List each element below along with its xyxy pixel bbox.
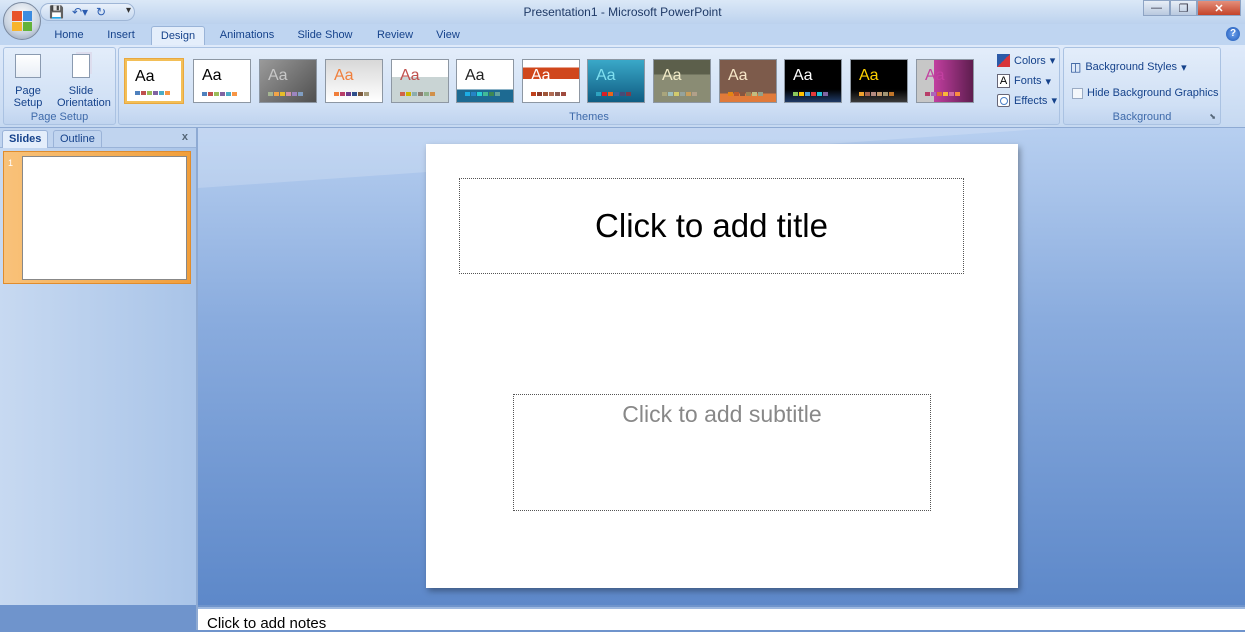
theme-thumbnail[interactable]: Aa — [587, 59, 645, 103]
close-button[interactable]: ✕ — [1197, 0, 1241, 16]
theme-sample-text: Aa — [662, 67, 682, 84]
slide-editing-area: Click to add title Click to add subtitle — [198, 128, 1245, 605]
theme-sample-text: Aa — [268, 67, 288, 84]
notes-pane[interactable]: Click to add notes — [198, 607, 1245, 632]
theme-sample-text: Aa — [531, 67, 551, 84]
theme-color-swatches — [728, 92, 763, 96]
notes-placeholder: Click to add notes — [207, 615, 327, 632]
help-icon[interactable]: ? — [1226, 27, 1240, 41]
theme-thumbnail[interactable]: Aa — [193, 59, 251, 103]
page-setup-button[interactable]: Page Setup — [8, 54, 48, 109]
dialog-launcher-icon[interactable]: ⬊ — [1209, 112, 1216, 121]
slide-thumbnail-selected[interactable]: 1 — [3, 151, 191, 284]
theme-color-swatches — [268, 92, 303, 96]
theme-sample-text: Aa — [135, 68, 155, 85]
ribbon-tabs: Home Insert Design Animations Slide Show… — [0, 24, 1245, 45]
customize-toolbar-icon[interactable]: ▾ — [126, 5, 131, 16]
tab-design[interactable]: Design — [151, 26, 205, 45]
theme-color-swatches — [925, 92, 960, 96]
paint-bucket-icon: ◫ — [1070, 60, 1082, 74]
theme-sample-text: Aa — [859, 67, 879, 84]
tab-home[interactable]: Home — [46, 26, 92, 45]
theme-color-swatches — [465, 92, 500, 96]
undo-icon[interactable]: ↶▾ — [72, 5, 88, 19]
theme-thumbnail[interactable]: Aa — [653, 59, 711, 103]
colors-icon — [997, 54, 1010, 67]
tab-slides[interactable]: Slides — [2, 130, 49, 148]
themes-group-label: Themes — [569, 111, 609, 123]
theme-thumbnail[interactable]: Aa — [916, 59, 974, 103]
colors-button[interactable]: Colors ▾ — [997, 54, 1055, 67]
office-button[interactable] — [3, 2, 41, 40]
theme-thumbnail[interactable]: Aa — [391, 59, 449, 103]
checkbox-icon — [1072, 87, 1083, 99]
tab-slide-show[interactable]: Slide Show — [290, 26, 360, 45]
window-title: Presentation1 - Microsoft PowerPoint — [523, 5, 722, 19]
theme-thumbnail[interactable]: Aa — [522, 59, 580, 103]
subtitle-placeholder[interactable]: Click to add subtitle — [513, 394, 931, 511]
tab-insert[interactable]: Insert — [98, 26, 144, 45]
theme-color-swatches — [662, 92, 697, 96]
tab-outline[interactable]: Outline — [53, 130, 102, 148]
slide-thumbnail[interactable] — [22, 156, 187, 280]
theme-color-swatches — [596, 92, 631, 96]
page-setup-icon — [15, 54, 41, 78]
theme-color-swatches — [135, 91, 170, 95]
slides-panel: Slides Outline x 1 — [0, 128, 196, 605]
hide-background-graphics-checkbox[interactable]: Hide Background Graphics — [1072, 87, 1218, 99]
save-icon[interactable]: 💾 — [49, 5, 64, 19]
theme-color-swatches — [531, 92, 566, 96]
theme-sample-text: Aa — [334, 67, 354, 84]
theme-sample-text: Aa — [202, 67, 222, 84]
minimize-button[interactable]: — — [1143, 0, 1170, 16]
theme-sample-text: Aa — [793, 67, 813, 84]
effects-icon — [997, 94, 1010, 107]
theme-thumbnail[interactable]: Aa — [125, 59, 183, 103]
theme-thumbnail[interactable]: Aa — [719, 59, 777, 103]
theme-color-swatches — [202, 92, 237, 96]
effects-button[interactable]: Effects ▾ — [997, 94, 1057, 107]
theme-sample-text: Aa — [400, 67, 420, 84]
background-styles-button[interactable]: ◫ Background Styles ▾ — [1070, 60, 1187, 74]
theme-sample-text: Aa — [465, 67, 485, 84]
theme-color-swatches — [400, 92, 435, 96]
fonts-icon: A — [997, 74, 1010, 88]
ribbon: Page Setup Slide Orientation Page Setup … — [0, 45, 1245, 128]
page-setup-group-label: Page Setup — [30, 111, 89, 123]
tab-animations[interactable]: Animations — [212, 26, 282, 45]
themes-group: AaAaAaAaAaAaAaAaAaAaAaAaAa ▲ ▼ ☰ Colors▾… — [118, 47, 1109, 125]
close-panel-icon[interactable]: x — [182, 131, 188, 143]
slide-orientation-icon — [72, 54, 90, 78]
theme-color-swatches — [793, 92, 828, 96]
redo-icon[interactable]: ↻ — [96, 5, 106, 19]
background-group-label: Background — [1112, 111, 1172, 123]
theme-color-swatches — [334, 92, 369, 96]
title-placeholder[interactable]: Click to add title — [459, 178, 964, 274]
theme-thumbnail[interactable]: Aa — [784, 59, 842, 103]
slide-orientation-button[interactable]: Slide Orientation — [46, 54, 116, 109]
theme-thumbnail[interactable]: Aa — [259, 59, 317, 103]
page-setup-group: Page Setup Slide Orientation Page Setup — [3, 47, 116, 125]
restore-button[interactable]: ❐ — [1170, 0, 1197, 16]
background-group: ◫ Background Styles ▾ Hide Background Grap… — [1063, 47, 1221, 125]
theme-sample-text: Aa — [728, 67, 748, 84]
theme-thumbnail[interactable]: Aa — [325, 59, 383, 103]
tab-view[interactable]: View — [428, 26, 468, 45]
slide-canvas[interactable]: Click to add title Click to add subtitle — [426, 144, 1018, 588]
title-bar: Presentation1 - Microsoft PowerPoint 💾 ↶… — [0, 0, 1245, 24]
fonts-button[interactable]: A Fonts ▾ — [997, 74, 1051, 88]
theme-thumbnail[interactable]: Aa — [456, 59, 514, 103]
quick-access-toolbar: 💾 ↶▾ ↻ — [40, 3, 135, 21]
theme-color-swatches — [859, 92, 894, 96]
tab-review[interactable]: Review — [372, 26, 418, 45]
theme-thumbnail[interactable]: Aa — [850, 59, 908, 103]
slide-number: 1 — [8, 158, 14, 168]
theme-sample-text: Aa — [925, 67, 945, 84]
office-logo-icon — [12, 11, 32, 31]
theme-sample-text: Aa — [596, 67, 616, 84]
